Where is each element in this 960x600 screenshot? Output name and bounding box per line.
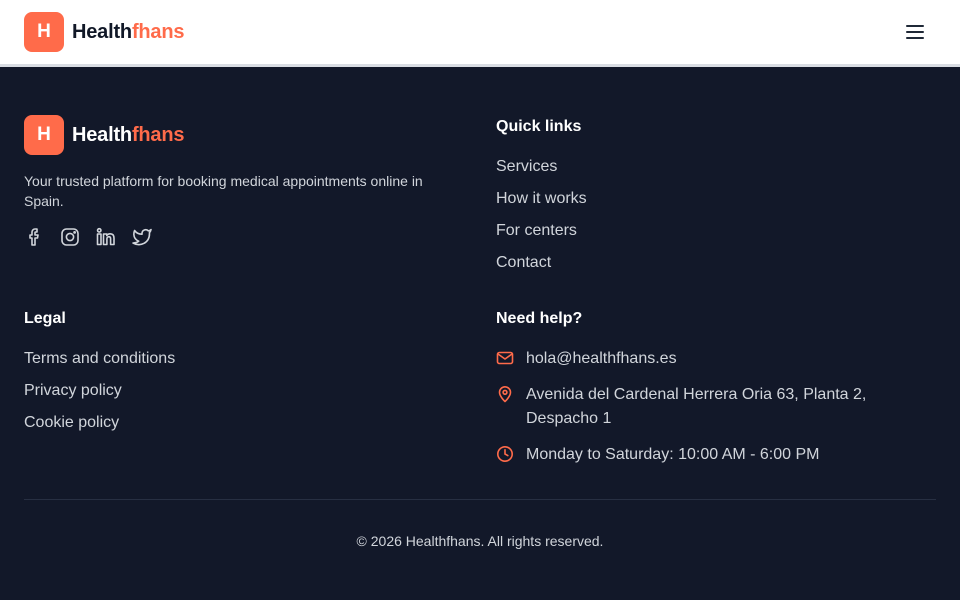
map-pin-icon bbox=[498, 386, 512, 403]
facebook-icon[interactable] bbox=[24, 226, 44, 248]
footer-link-services[interactable]: Services bbox=[496, 158, 557, 176]
footer-link-contact[interactable]: Contact bbox=[496, 254, 551, 272]
hamburger-menu-icon[interactable] bbox=[906, 24, 926, 40]
footer-link-how-it-works[interactable]: How it works bbox=[496, 190, 587, 208]
header-divider bbox=[0, 64, 960, 67]
contact-email-text[interactable]: hola@healthfhans.es bbox=[526, 347, 906, 371]
logo-mark: H bbox=[24, 115, 64, 155]
footer-link-privacy[interactable]: Privacy policy bbox=[24, 382, 122, 400]
contact-email[interactable]: hola@healthfhans.es bbox=[496, 347, 906, 371]
logo-text-part1: Health bbox=[72, 123, 132, 146]
header-logo[interactable]: H Healthfhans bbox=[24, 12, 184, 52]
footer-link-for-centers[interactable]: For centers bbox=[496, 222, 577, 240]
contact-hours-text: Monday to Saturday: 10:00 AM - 6:00 PM bbox=[526, 446, 820, 463]
footer-logo[interactable]: H Healthfhans bbox=[24, 115, 184, 155]
site-header: H Healthfhans bbox=[0, 0, 960, 64]
twitter-icon[interactable] bbox=[132, 226, 152, 248]
logo-text-part2: fhans bbox=[131, 20, 185, 43]
logo-text-part2: fhans bbox=[131, 123, 185, 146]
social-links bbox=[24, 226, 168, 248]
clock-icon bbox=[497, 446, 513, 462]
contact-address: Avenida del Cardenal Herrera Oria 63, Pl… bbox=[496, 383, 906, 431]
contact-hours: Monday to Saturday: 10:00 AM - 6:00 PM bbox=[496, 443, 906, 467]
footer-tagline: Your trusted platform for booking medica… bbox=[24, 173, 423, 209]
footer-link-cookies[interactable]: Cookie policy bbox=[24, 414, 119, 432]
help-heading: Need help? bbox=[496, 310, 583, 327]
quick-links-heading: Quick links bbox=[496, 118, 582, 135]
logo-text-part1: Health bbox=[72, 20, 132, 43]
legal-heading: Legal bbox=[24, 310, 66, 327]
contact-address-text: Avenida del Cardenal Herrera Oria 63, Pl… bbox=[526, 386, 867, 427]
footer-link-terms[interactable]: Terms and conditions bbox=[24, 350, 175, 368]
logo-text: Healthfhans bbox=[72, 124, 184, 147]
mail-icon bbox=[496, 351, 514, 365]
logo-text: Healthfhans bbox=[72, 21, 184, 44]
instagram-icon[interactable] bbox=[60, 226, 80, 248]
linkedin-icon[interactable] bbox=[96, 226, 116, 248]
copyright-text: © 2026 Healthfhans. All rights reserved. bbox=[356, 533, 604, 549]
logo-mark: H bbox=[24, 12, 64, 52]
footer-divider bbox=[24, 499, 936, 500]
